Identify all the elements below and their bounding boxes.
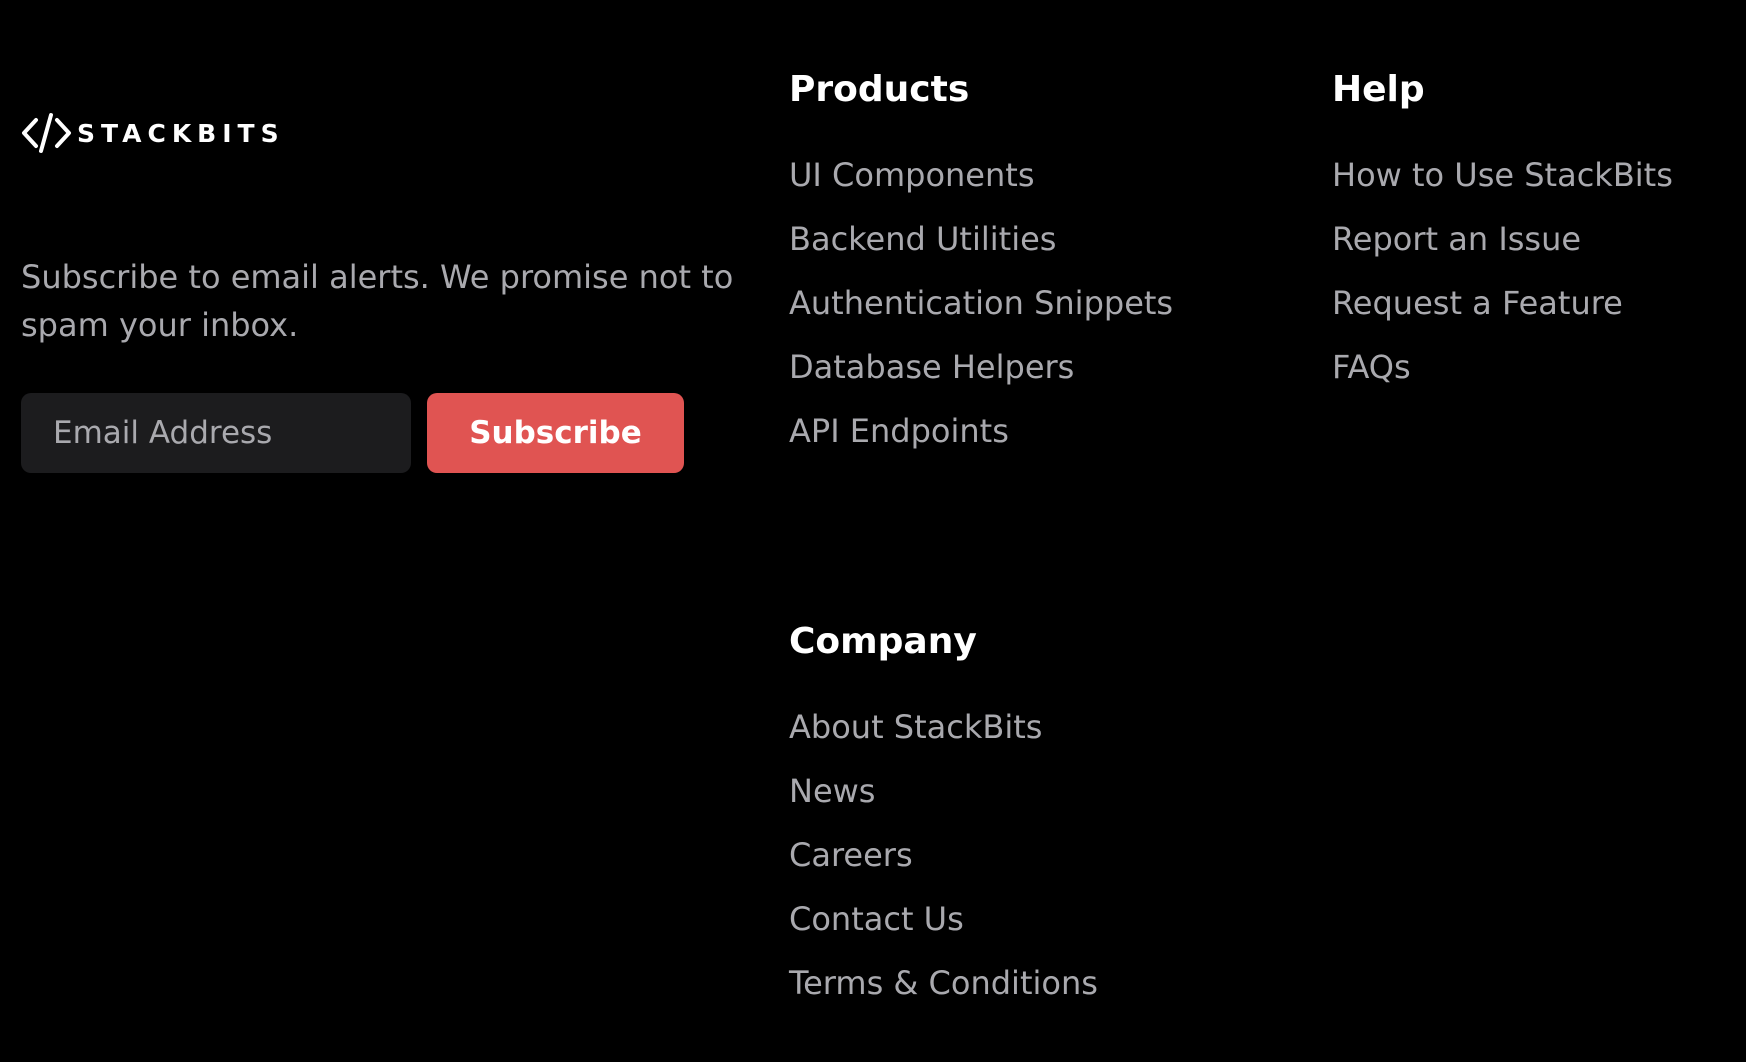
help-column: Help How to Use StackBits Report an Issu… [1332,68,1673,408]
link-faqs[interactable]: FAQs [1332,348,1411,386]
link-news[interactable]: News [789,772,875,810]
link-careers[interactable]: Careers [789,836,913,874]
link-backend-utilities[interactable]: Backend Utilities [789,220,1056,258]
link-how-to-use[interactable]: How to Use StackBits [1332,156,1673,194]
email-input[interactable] [21,393,411,473]
link-report-issue[interactable]: Report an Issue [1332,220,1581,258]
company-column: Company About StackBits News Careers Con… [789,620,1098,1024]
subscribe-button[interactable]: Subscribe [427,393,684,473]
link-api-endpoints[interactable]: API Endpoints [789,412,1009,450]
link-authentication-snippets[interactable]: Authentication Snippets [789,284,1173,322]
code-brackets-icon [22,113,71,153]
link-terms-conditions[interactable]: Terms & Conditions [789,964,1098,1002]
help-links: How to Use StackBits Report an Issue Req… [1332,152,1673,408]
products-links: UI Components Backend Utilities Authenti… [789,152,1173,472]
link-about[interactable]: About StackBits [789,708,1042,746]
subscribe-tagline: Subscribe to email alerts. We promise no… [21,258,734,344]
subscribe-form: Subscribe [21,393,741,473]
company-heading: Company [789,621,977,662]
footer: STACKBITS Subscribe to email alerts. We … [0,0,1746,1062]
footer-brand-section: STACKBITS Subscribe to email alerts. We … [21,110,741,473]
link-database-helpers[interactable]: Database Helpers [789,348,1074,386]
link-contact-us[interactable]: Contact Us [789,900,964,938]
products-heading: Products [789,69,970,110]
link-ui-components[interactable]: UI Components [789,156,1034,194]
link-request-feature[interactable]: Request a Feature [1332,284,1623,322]
logo[interactable]: STACKBITS [21,110,741,156]
company-links: About StackBits News Careers Contact Us … [789,704,1098,1024]
help-heading: Help [1332,69,1425,110]
logo-text: STACKBITS [77,118,285,148]
products-column: Products UI Components Backend Utilities… [789,68,1173,472]
